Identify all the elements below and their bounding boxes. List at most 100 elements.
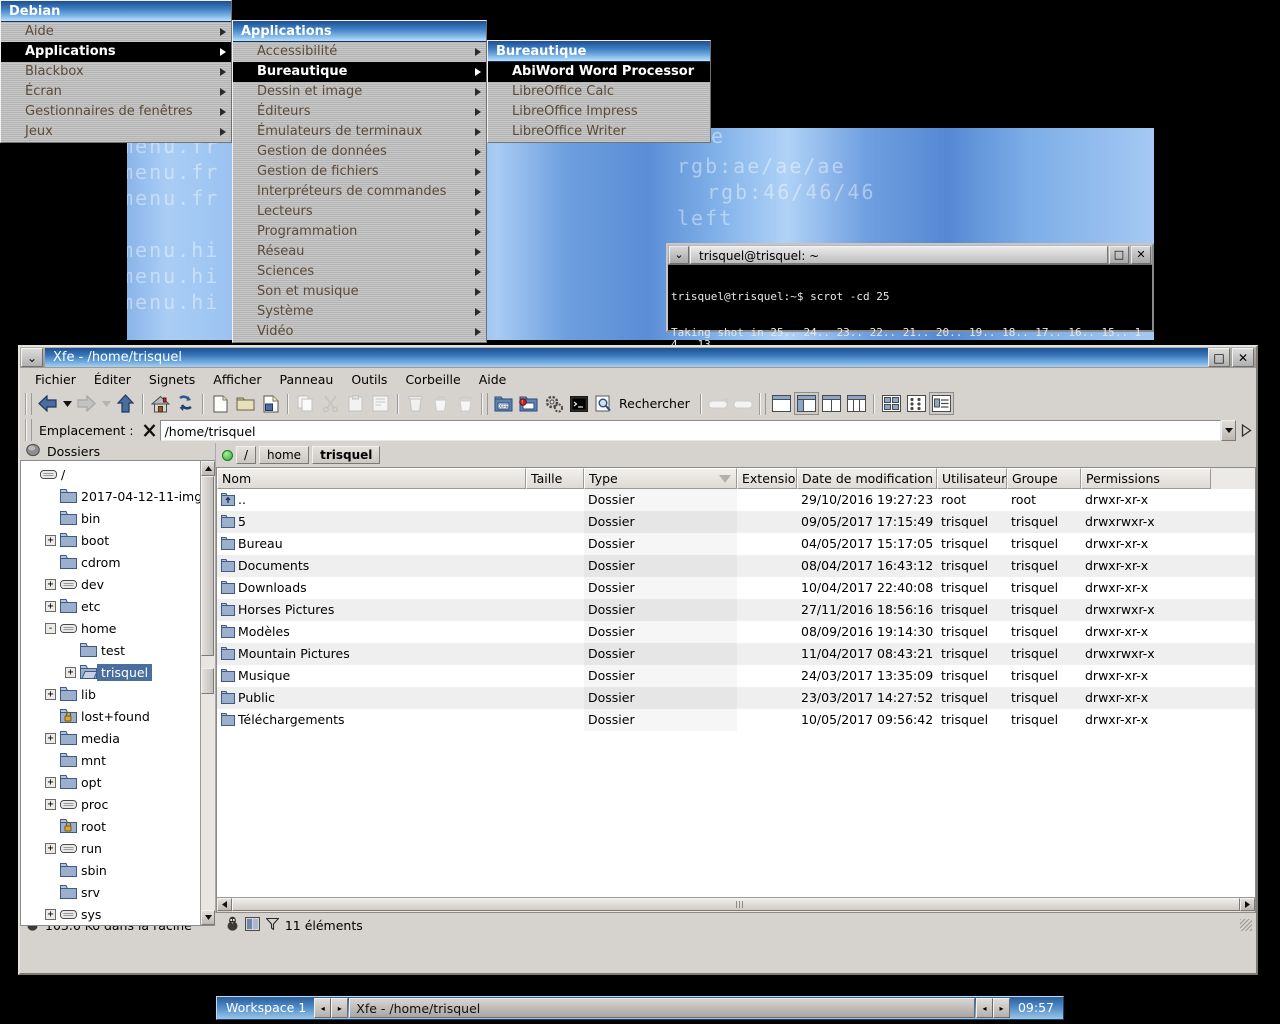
expand-icon[interactable]: + xyxy=(45,600,56,612)
refresh-icon[interactable] xyxy=(173,392,198,415)
back-dropdown-icon[interactable] xyxy=(60,392,74,415)
toolbar-grip[interactable] xyxy=(481,392,488,415)
apps-menu-item-dessin-et-image[interactable]: Dessin et image xyxy=(233,82,486,102)
tree-node-list[interactable]: / 2017-04-12-11-img bin + boot cdrom + dev + etc -… xyxy=(21,461,200,925)
tree-node-proc[interactable]: + proc xyxy=(21,793,200,815)
bureautique-menu-item-libreoffice-calc[interactable]: LibreOffice Calc xyxy=(488,82,710,102)
maximize-icon[interactable]: □ xyxy=(1208,348,1230,367)
home-icon[interactable] xyxy=(148,392,173,415)
table-row[interactable]: Musique Dossier 24/03/2017 13:35:09 trisque… xyxy=(217,665,1255,687)
search-label[interactable]: Rechercher xyxy=(616,396,696,411)
file-rows[interactable]: .. Dossier 29/10/2016 19:27:23 root root drwx… xyxy=(217,489,1255,897)
tree-node-cdrom[interactable]: cdrom xyxy=(21,551,200,573)
apps-menu-item-gestion-de-donn-es[interactable]: Gestion de données xyxy=(233,142,486,162)
breadcrumb-trisquel[interactable]: trisquel xyxy=(312,446,381,464)
scroll-up-icon[interactable] xyxy=(201,461,215,476)
two-panels-icon[interactable] xyxy=(819,392,844,415)
table-row[interactable]: 5 Dossier 09/05/2017 17:15:49 trisquel trisq… xyxy=(217,511,1255,533)
table-row[interactable]: Horses Pictures Dossier 27/11/2016 18:56:1… xyxy=(217,599,1255,621)
tree-node-mnt[interactable]: mnt xyxy=(21,749,200,771)
back-arrow-icon[interactable] xyxy=(35,392,60,415)
one-panel-icon[interactable] xyxy=(769,392,794,415)
up-arrow-icon[interactable] xyxy=(113,392,138,415)
apps-menu-item-diteurs[interactable]: Éditeurs xyxy=(233,102,486,122)
expand-icon[interactable]: + xyxy=(45,776,56,788)
new-folder-icon[interactable] xyxy=(233,392,258,415)
table-row[interactable]: .. Dossier 29/10/2016 19:27:23 root root drwx… xyxy=(217,489,1255,511)
menu-aide[interactable]: Aide xyxy=(470,370,516,389)
tree-node-2017-04-12-11-img[interactable]: 2017-04-12-11-img xyxy=(21,485,200,507)
menu-panneau[interactable]: Panneau xyxy=(271,370,343,389)
table-row[interactable]: Bureau Dossier 04/05/2017 15:17:05 trisquel… xyxy=(217,533,1255,555)
bureautique-menu-item-abiword-word-processor[interactable]: AbiWord Word Processor xyxy=(488,62,710,82)
tree-node-bin[interactable]: bin xyxy=(21,507,200,529)
terminal-window[interactable]: ⌄ trisquel@trisquel: ~ □ ✕ trisquel@tris… xyxy=(666,243,1154,421)
apps-menu-item-lecteurs[interactable]: Lecteurs xyxy=(233,202,486,222)
file-list-horizontal-scrollbar[interactable] xyxy=(217,897,1255,912)
tree-node-srv[interactable]: srv xyxy=(21,881,200,903)
tree-node-dev[interactable]: + dev xyxy=(21,573,200,595)
location-grip[interactable] xyxy=(25,419,32,441)
scroll-thumb-grip[interactable] xyxy=(201,668,214,694)
terminal-icon[interactable] xyxy=(566,392,591,415)
apps-menu-item-bureautique[interactable]: Bureautique xyxy=(233,62,486,82)
resize-grip[interactable] xyxy=(1240,919,1252,931)
taskbar-task-xfe[interactable]: Xfe - /home/trisquel xyxy=(349,998,975,1018)
small-icons-icon[interactable] xyxy=(904,392,929,415)
expand-icon[interactable]: + xyxy=(45,578,56,590)
apps-menu-item-programmation[interactable]: Programmation xyxy=(233,222,486,242)
tree-node-lost-found[interactable]: lost+found xyxy=(21,705,200,727)
tree-node-test[interactable]: test xyxy=(21,639,200,661)
tree-node-trisquel[interactable]: + trisquel xyxy=(21,661,200,683)
clear-x-icon[interactable] xyxy=(140,419,160,442)
root-menu-item-gestionnaires-de-fen-tres[interactable]: Gestionnaires de fenêtres xyxy=(1,102,231,122)
menu-signets[interactable]: Signets xyxy=(140,370,204,389)
location-input[interactable]: /home/trisquel xyxy=(159,419,1221,441)
breadcrumb-root[interactable]: / xyxy=(236,446,257,464)
apps-menu-item-r-seau[interactable]: Réseau xyxy=(233,242,486,262)
tree-node-sys[interactable]: + sys xyxy=(21,903,200,925)
root-menu-item-applications[interactable]: Applications xyxy=(1,42,231,62)
table-row[interactable]: Documents Dossier 08/04/2017 16:43:12 trisq… xyxy=(217,555,1255,577)
close-icon[interactable]: ✕ xyxy=(1232,348,1254,367)
minimize-icon[interactable]: ⌄ xyxy=(21,348,43,367)
table-row[interactable]: Public Dossier 23/03/2017 14:27:52 trisquel… xyxy=(217,687,1255,709)
apps-menu-item-syst-me[interactable]: Système xyxy=(233,302,486,322)
apps-menu-item-gestion-de-fichiers[interactable]: Gestion de fichiers xyxy=(233,162,486,182)
chevron-down-icon[interactable] xyxy=(1221,419,1236,441)
table-row[interactable]: Mountain Pictures Dossier 11/04/2017 08:43… xyxy=(217,643,1255,665)
toolbar-grip[interactable] xyxy=(25,392,32,415)
detailed-list-icon[interactable] xyxy=(928,392,954,415)
toolbar-grip[interactable] xyxy=(758,392,766,415)
go-arrow-icon[interactable] xyxy=(1236,420,1256,441)
tree-two-panels-icon[interactable] xyxy=(844,392,869,415)
apps-menu-item-vid-o[interactable]: Vidéo xyxy=(233,322,486,342)
table-row[interactable]: Modèles Dossier 08/09/2016 19:14:30 trisque… xyxy=(217,621,1255,643)
root-menu-item-blackbox[interactable]: Blackbox xyxy=(1,62,231,82)
expand-icon[interactable]: + xyxy=(65,666,76,678)
bureautique-menu-item-libreoffice-writer[interactable]: LibreOffice Writer xyxy=(488,122,710,142)
scroll-track[interactable] xyxy=(201,476,215,910)
menu-fichier[interactable]: Fichier xyxy=(26,370,85,389)
tree-node-etc[interactable]: + etc xyxy=(21,595,200,617)
close-icon[interactable]: ✕ xyxy=(1131,245,1151,264)
workspace-next-icon[interactable]: ▸ xyxy=(331,998,349,1018)
root-menu-item-aide[interactable]: Aide xyxy=(1,22,231,42)
menu-outils[interactable]: Outils xyxy=(342,370,396,389)
tree-node-boot[interactable]: + boot xyxy=(21,529,200,551)
menu-corbeille[interactable]: Corbeille xyxy=(396,370,469,389)
bureautique-menu-item-libreoffice-impress[interactable]: LibreOffice Impress xyxy=(488,102,710,122)
tree-node-home[interactable]: - home xyxy=(21,617,200,639)
tree-node-media[interactable]: + media xyxy=(21,727,200,749)
tree-node-run[interactable]: + run xyxy=(21,837,200,859)
table-row[interactable]: Téléchargements Dossier 10/05/2017 09:56:4… xyxy=(217,709,1255,731)
column-header-taille[interactable]: Taille xyxy=(526,468,584,489)
tree-panel-icon[interactable] xyxy=(793,392,819,415)
menu-afficher[interactable]: Afficher xyxy=(204,370,270,389)
scroll-track[interactable] xyxy=(232,898,1240,912)
scroll-left-icon[interactable] xyxy=(217,898,232,911)
table-row[interactable]: Downloads Dossier 10/04/2017 22:40:08 trisq… xyxy=(217,577,1255,599)
apps-menu-item-sciences[interactable]: Sciences xyxy=(233,262,486,282)
minimize-icon[interactable]: ⌄ xyxy=(669,245,689,264)
expand-icon[interactable]: + xyxy=(45,688,56,700)
